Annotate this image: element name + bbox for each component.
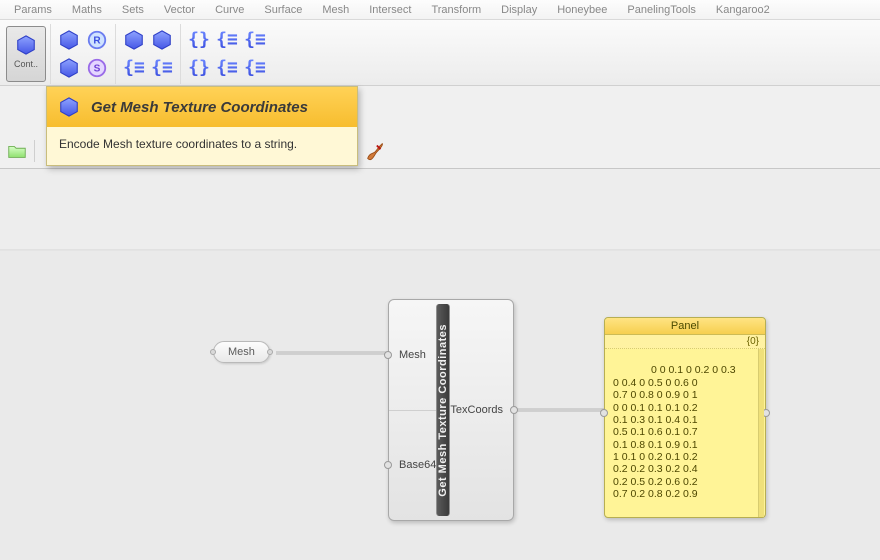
hexagon-icon (14, 33, 38, 57)
input-grip[interactable] (210, 349, 216, 355)
component-outputs: TexCoords (450, 300, 513, 520)
ribbon-selected-component[interactable]: Cont.. (6, 26, 46, 82)
circle-s-icon[interactable]: S (85, 56, 109, 80)
braces-icon[interactable]: {} (187, 56, 211, 80)
input-grip[interactable] (384, 351, 392, 359)
circle-r-icon[interactable]: R (85, 28, 109, 52)
grasshopper-canvas[interactable]: Mesh Mesh Base64 Get Mesh Texture Coordi… (0, 168, 880, 560)
output-grip[interactable] (267, 349, 273, 355)
tooltip-header: Get Mesh Texture Coordinates (47, 87, 357, 127)
toolbar-separator (34, 140, 35, 162)
output-grip[interactable] (510, 406, 518, 414)
brace-list-icon[interactable]: {≡ (243, 56, 267, 80)
panel-branch-label: {0} (605, 335, 765, 349)
brace-list-icon[interactable]: {≡ (215, 28, 239, 52)
input-mesh[interactable]: Mesh (389, 300, 436, 411)
svg-text:S: S (94, 64, 101, 75)
brace-list-icon[interactable]: {≡ (150, 56, 174, 80)
panel-title: Panel (605, 318, 765, 335)
tab-transform[interactable]: Transform (421, 4, 491, 16)
tab-panelingtools[interactable]: PanelingTools (617, 4, 706, 16)
tab-intersect[interactable]: Intersect (359, 4, 421, 16)
mesh-param-label: Mesh (228, 346, 255, 358)
braces-icon[interactable]: {} (187, 28, 211, 52)
ribbon-group-3: {≡ {≡ (116, 24, 181, 84)
wire (276, 348, 392, 358)
tab-honeybee[interactable]: Honeybee (547, 4, 617, 16)
component-titlebar: Get Mesh Texture Coordinates (436, 304, 450, 516)
brace-list-icon[interactable]: {≡ (243, 28, 267, 52)
tab-surface[interactable]: Surface (254, 4, 312, 16)
tab-sets[interactable]: Sets (112, 4, 154, 16)
hexagon-icon[interactable] (122, 28, 146, 52)
hexagon-icon (57, 95, 81, 119)
hexagon-icon[interactable] (150, 28, 174, 52)
input-base64[interactable]: Base64 (389, 411, 436, 521)
input-grip[interactable] (384, 461, 392, 469)
output-texcoords[interactable]: TexCoords (450, 300, 513, 520)
tab-display[interactable]: Display (491, 4, 547, 16)
ribbon-group-1: Cont.. (2, 24, 51, 84)
brush-icon[interactable] (364, 140, 386, 162)
svg-text:R: R (93, 36, 101, 47)
hexagon-icon[interactable] (57, 56, 81, 80)
ribbon-group-4: {} {≡ {≡ {} {≡ {≡ (181, 24, 273, 84)
panel-component[interactable]: Panel {0} 0 0 0.1 0 0.2 0 0.3 0 0.4 0 0.… (604, 317, 766, 518)
component-inputs: Mesh Base64 (389, 300, 436, 520)
component-ribbon: Cont.. R S {≡ {≡ {} {≡ {≡ {} {≡ {≡ (0, 20, 880, 86)
hexagon-icon[interactable] (57, 28, 81, 52)
component-tooltip: Get Mesh Texture Coordinates Encode Mesh… (46, 86, 358, 166)
tooltip-description: Encode Mesh texture coordinates to a str… (47, 127, 357, 165)
tab-mesh[interactable]: Mesh (312, 4, 359, 16)
ribbon-group-2: R S (51, 24, 116, 84)
brace-list-icon[interactable]: {≡ (122, 56, 146, 80)
tooltip-title: Get Mesh Texture Coordinates (91, 99, 308, 116)
panel-content: 0 0 0.1 0 0.2 0 0.3 0 0.4 0 0.5 0 0.6 0 … (605, 349, 765, 517)
get-mesh-texcoords-component[interactable]: Mesh Base64 Get Mesh Texture Coordinates… (388, 299, 514, 521)
open-folder-icon[interactable] (6, 140, 28, 162)
category-tabstrip: Params Maths Sets Vector Curve Surface M… (0, 0, 880, 20)
brace-list-icon[interactable]: {≡ (215, 56, 239, 80)
ribbon-selected-label: Cont.. (14, 59, 38, 69)
wire (514, 405, 608, 415)
tab-params[interactable]: Params (4, 4, 62, 16)
mesh-param[interactable]: Mesh (213, 341, 270, 363)
component-title: Get Mesh Texture Coordinates (437, 324, 449, 497)
tab-curve[interactable]: Curve (205, 4, 254, 16)
tab-kangaroo2[interactable]: Kangaroo2 (706, 4, 780, 16)
tab-maths[interactable]: Maths (62, 4, 112, 16)
panel-scrollbar[interactable] (758, 349, 764, 517)
tab-vector[interactable]: Vector (154, 4, 205, 16)
